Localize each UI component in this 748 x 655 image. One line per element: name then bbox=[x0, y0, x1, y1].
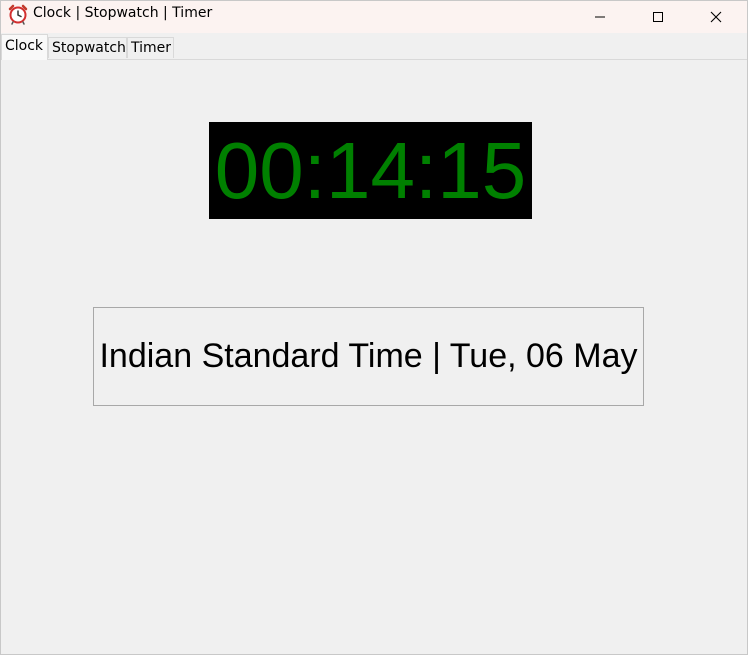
minimize-button[interactable] bbox=[571, 1, 629, 33]
minimize-icon bbox=[594, 8, 606, 27]
close-button[interactable] bbox=[687, 1, 745, 33]
window-title: Clock | Stopwatch | Timer bbox=[33, 5, 213, 21]
timezone-date-label: Indian Standard Time | Tue, 06 May bbox=[93, 307, 644, 406]
maximize-button[interactable] bbox=[629, 1, 687, 33]
tab-clock[interactable]: Clock bbox=[1, 34, 48, 60]
tab-stopwatch[interactable]: Stopwatch bbox=[48, 37, 127, 58]
maximize-icon bbox=[652, 8, 664, 27]
alarm-clock-icon bbox=[7, 3, 29, 25]
tab-timer[interactable]: Timer bbox=[127, 37, 174, 58]
title-bar[interactable]: Clock | Stopwatch | Timer bbox=[1, 1, 747, 33]
close-icon bbox=[710, 8, 722, 27]
app-window: Clock | Stopwatch | Timer Clock Stopwatc… bbox=[0, 0, 748, 655]
tab-bar: Clock Stopwatch Timer bbox=[1, 33, 747, 60]
digital-clock-display: 00:14:15 bbox=[209, 122, 532, 219]
